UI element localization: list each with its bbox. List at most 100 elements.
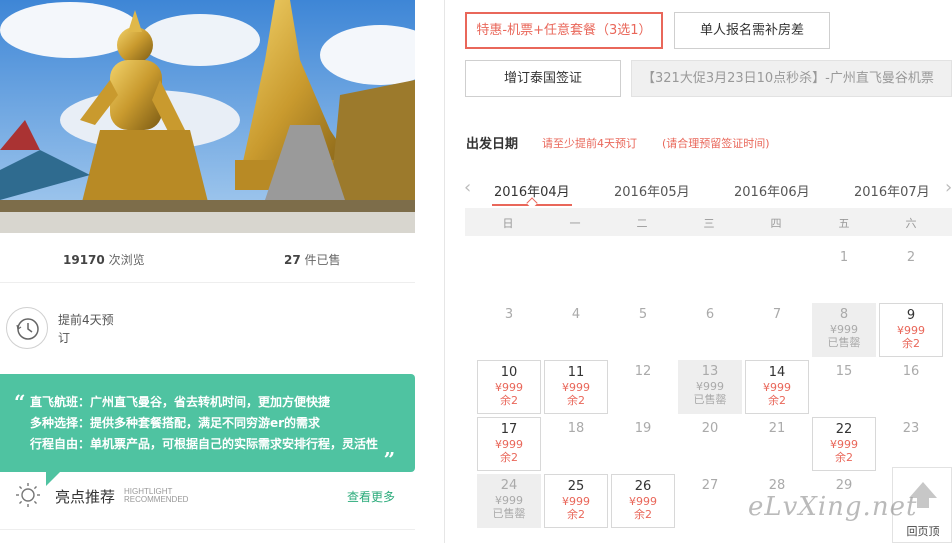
next-month-arrow-icon[interactable]: › [945,177,952,198]
calendar-day-available[interactable]: 22 ¥999 余2 [812,417,876,471]
calendar-day-available[interactable]: 9 ¥999 余2 [879,303,943,357]
day-number: 2 [906,250,916,265]
advance-notice: 请至少提前4天预订 [542,137,637,150]
calendar-day: 18 [544,417,608,471]
day-number: 22 [835,422,853,437]
calendar-day: 19 [611,417,675,471]
weekday-label: 二 [636,217,648,230]
day-status: 已售罄 [492,507,526,520]
day-number: 25 [567,479,585,494]
day-number: 20 [701,421,719,436]
day-number: 23 [902,421,920,436]
sold-count-value: 27 [284,253,301,267]
day-number: 11 [567,365,585,380]
day-number: 19 [634,421,652,436]
calendar-day: 6 [678,303,742,357]
day-status: 余2 [500,394,518,407]
weekday-label: 六 [905,217,917,230]
feature-line: 行程自由：单机票产品，可根据自己的实际需求安排行程，灵活性 [30,437,379,451]
highlights-subtitle-line2: RECOMMENDED [124,495,189,504]
stats-bar: 19170 次浏览 27 件已售 [0,233,415,283]
day-status: 余2 [500,451,518,464]
day-number: 6 [705,307,715,322]
calendar-day: 5 [611,303,675,357]
day-status: 余2 [634,508,652,521]
day-number: 27 [701,478,719,493]
day-status: 余2 [567,394,585,407]
calendar-day-sold-out: 24 ¥999 已售罄 [477,474,541,528]
day-status: 余2 [902,337,920,350]
day-number: 18 [567,421,585,436]
view-count: 19170 次浏览 [63,251,145,268]
prev-month-arrow-icon[interactable]: ‹ [464,177,471,198]
sold-count-label: 件已售 [304,253,341,267]
calendar-day-available[interactable]: 11 ¥999 余2 [544,360,608,414]
day-price: ¥999 [763,381,791,394]
calendar-day: 20 [678,417,742,471]
promo-banner[interactable]: 【321大促3月23日10点秒杀】-广州直飞曼谷机票 [631,60,952,97]
calendar-day-available[interactable]: 26 ¥999 余2 [611,474,675,528]
visa-notice: (请合理预留签证时间) [662,137,770,150]
day-number: 24 [500,478,518,493]
day-price: ¥999 [495,494,523,507]
column-divider [444,0,445,543]
calendar-day: 21 [745,417,809,471]
calendar-day: 1 [812,246,876,300]
weekday-label: 三 [703,217,715,230]
calendar-day-sold-out: 13 ¥999 已售罄 [678,360,742,414]
back-to-top-label: 回页顶 [906,525,940,538]
view-count-label: 次浏览 [108,253,145,267]
calendar-day-available[interactable]: 10 ¥999 余2 [477,360,541,414]
visa-option-button[interactable]: 增订泰国签证 [465,60,621,97]
day-status: 余2 [768,394,786,407]
sun-icon [15,482,41,512]
single-room-option-button[interactable]: 单人报名需补房差 [674,12,830,49]
day-price: ¥999 [562,381,590,394]
day-number: 5 [638,307,648,322]
weekday-label: 四 [770,217,782,230]
day-number: 1 [839,250,849,265]
day-status: 已售罄 [827,336,861,349]
day-status: 余2 [567,508,585,521]
advance-booking-note: 提前4天预订 [6,307,206,352]
feature-line: 多种选择：提供多种套餐搭配，满足不同穷游er的需求 [30,416,321,430]
calendar-day-available[interactable]: 14 ¥999 余2 [745,360,809,414]
close-quote-icon: „ [384,436,396,460]
day-number: 13 [701,364,719,379]
day-number: 14 [768,365,786,380]
day-number: 3 [504,307,514,322]
view-count-value: 19170 [63,253,105,267]
weekday-label: 日 [502,217,514,230]
view-more-link[interactable]: 查看更多 [347,488,395,505]
day-price: ¥999 [830,323,858,336]
calendar-day-available[interactable]: 25 ¥999 余2 [544,474,608,528]
day-number: 4 [571,307,581,322]
day-status: 余2 [835,451,853,464]
calendar-day-available[interactable]: 17 ¥999 余2 [477,417,541,471]
day-price: ¥999 [495,381,523,394]
watermark-logo: eLvXing.net [748,492,918,522]
calendar-day: 15 [812,360,876,414]
calendar-day: 12 [611,360,675,414]
day-status: 已售罄 [693,393,727,406]
clock-icon [6,307,48,349]
calendar-day: 3 [477,303,541,357]
highlights-title: 亮点推荐 [55,488,116,506]
highlights-header: 亮点推荐 HIGHTLIGHT RECOMMENDED 查看更多 [0,480,415,530]
month-tab[interactable]: 2016年06月 [734,181,810,200]
sold-count: 27 件已售 [284,251,341,268]
calendar-day: 16 [879,360,943,414]
day-price: ¥999 [495,438,523,451]
weekday-header: 日 一 二 三 四 五 六 [465,208,952,236]
feature-line: 直飞航班：广州直飞曼谷，省去转机时间，更加方便快捷 [30,395,331,409]
day-number: 7 [772,307,782,322]
day-number: 17 [500,422,518,437]
calendar-day: 2 [879,246,943,300]
calendar-day: 7 [745,303,809,357]
month-tab[interactable]: 2016年07月 [854,181,930,200]
day-number: 15 [835,364,853,379]
combo-option-button[interactable]: 特惠-机票+任意套餐（3选1） [465,12,663,49]
calendar-day: 4 [544,303,608,357]
month-tab[interactable]: 2016年05月 [614,181,690,200]
day-number: 10 [500,365,518,380]
